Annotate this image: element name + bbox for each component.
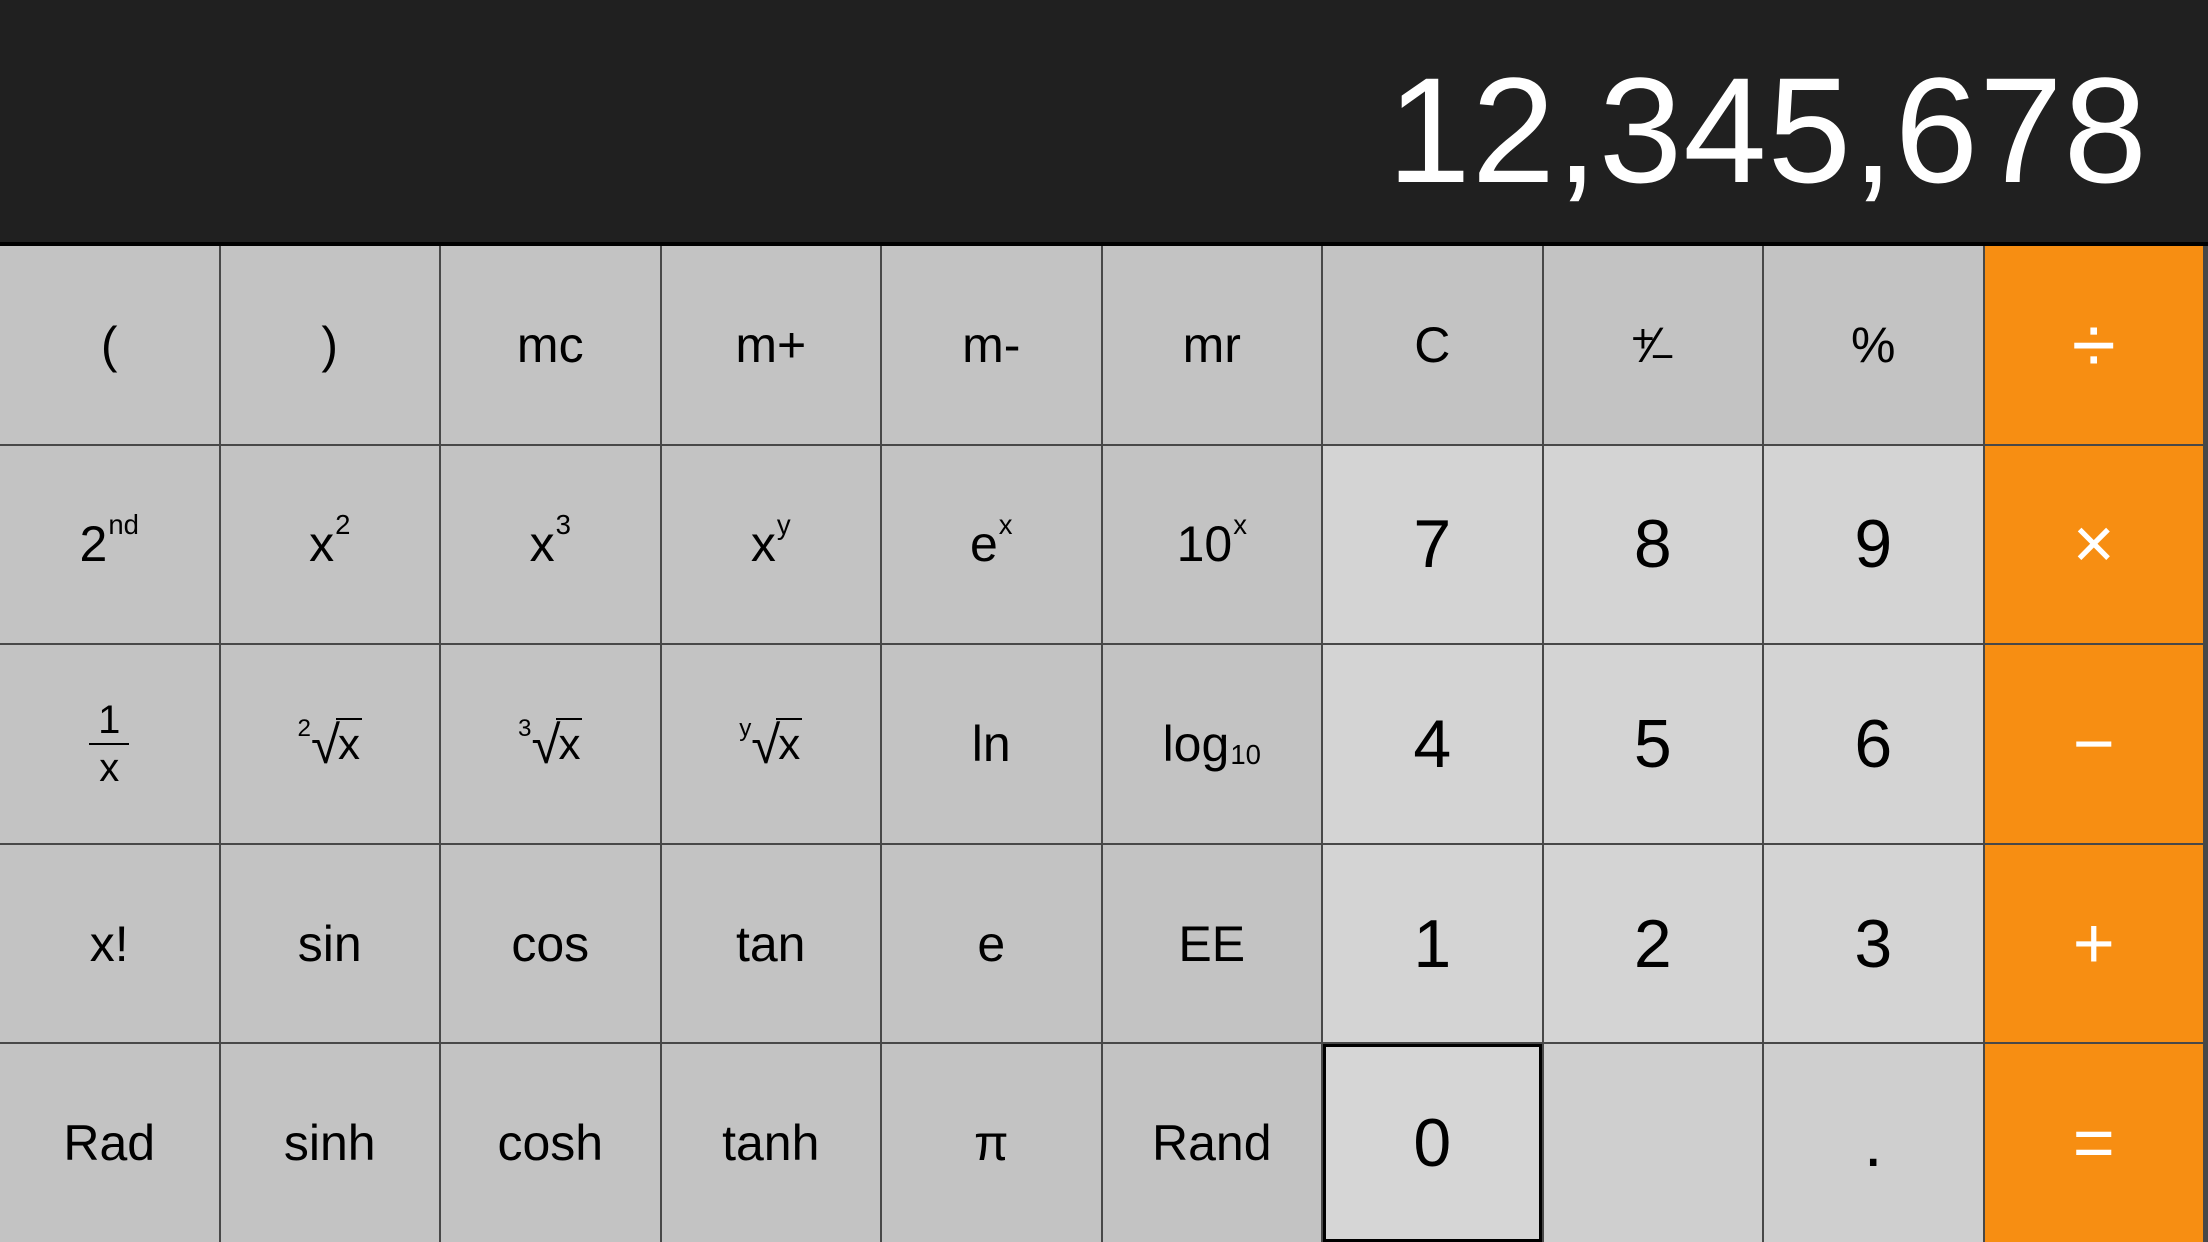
keypad: ( ) mc m+ m- mr C +∕− % ÷ 2nd x2 x3 xy e… — [0, 242, 2208, 1242]
digit-5-button[interactable]: 5 — [1544, 645, 1763, 843]
y-root-button[interactable]: y√x — [662, 645, 881, 843]
digit-2-button[interactable]: 2 — [1544, 845, 1763, 1043]
calculator-app: 12,345,678 ( ) mc m+ m- mr C +∕− % ÷ 2nd… — [0, 0, 2208, 1242]
digit-3-button[interactable]: 3 — [1764, 845, 1983, 1043]
minus-button[interactable]: − — [1985, 645, 2204, 843]
digit-4-button[interactable]: 4 — [1323, 645, 1542, 843]
blank-button[interactable] — [1544, 1044, 1763, 1242]
sin-button[interactable]: sin — [221, 845, 440, 1043]
multiply-button[interactable]: × — [1985, 446, 2204, 644]
minus-icon: − — [2073, 703, 2115, 785]
plus-minus-icon: +∕− — [1631, 316, 1674, 374]
equals-icon: = — [2073, 1102, 2115, 1184]
memory-clear-button[interactable]: mc — [441, 246, 660, 444]
cos-button[interactable]: cos — [441, 845, 660, 1043]
memory-plus-button[interactable]: m+ — [662, 246, 881, 444]
plus-icon: + — [2073, 903, 2115, 985]
sinh-button[interactable]: sinh — [221, 1044, 440, 1242]
pi-button[interactable]: π — [882, 1044, 1101, 1242]
e-to-x-button[interactable]: ex — [882, 446, 1101, 644]
plus-button[interactable]: + — [1985, 845, 2204, 1043]
clear-button[interactable]: C — [1323, 246, 1542, 444]
digit-8-button[interactable]: 8 — [1544, 446, 1763, 644]
left-paren-button[interactable]: ( — [0, 246, 219, 444]
e-constant-button[interactable]: e — [882, 845, 1101, 1043]
tan-button[interactable]: tan — [662, 845, 881, 1043]
ten-to-x-button[interactable]: 10x — [1103, 446, 1322, 644]
ee-button[interactable]: EE — [1103, 845, 1322, 1043]
x-to-y-button[interactable]: xy — [662, 446, 881, 644]
log10-button[interactable]: log10 — [1103, 645, 1322, 843]
tanh-button[interactable]: tanh — [662, 1044, 881, 1242]
display-value: 12,345,678 — [1387, 44, 2148, 217]
digit-0-button[interactable]: 0 — [1323, 1044, 1542, 1242]
rand-button[interactable]: Rand — [1103, 1044, 1322, 1242]
cube-root-button[interactable]: 3√x — [441, 645, 660, 843]
decimal-button[interactable]: . — [1764, 1044, 1983, 1242]
display: 12,345,678 — [0, 0, 2208, 242]
cosh-button[interactable]: cosh — [441, 1044, 660, 1242]
digit-1-button[interactable]: 1 — [1323, 845, 1542, 1043]
equals-button[interactable]: = — [1985, 1044, 2204, 1242]
reciprocal-button[interactable]: 1x — [0, 645, 219, 843]
percent-button[interactable]: % — [1764, 246, 1983, 444]
memory-recall-button[interactable]: mr — [1103, 246, 1322, 444]
second-function-button[interactable]: 2nd — [0, 446, 219, 644]
x-cubed-button[interactable]: x3 — [441, 446, 660, 644]
square-root-button[interactable]: 2√x — [221, 645, 440, 843]
ln-button[interactable]: ln — [882, 645, 1101, 843]
digit-6-button[interactable]: 6 — [1764, 645, 1983, 843]
factorial-button[interactable]: x! — [0, 845, 219, 1043]
digit-7-button[interactable]: 7 — [1323, 446, 1542, 644]
fraction-icon: 1x — [89, 700, 129, 788]
digit-9-button[interactable]: 9 — [1764, 446, 1983, 644]
rad-button[interactable]: Rad — [0, 1044, 219, 1242]
divide-icon: ÷ — [2072, 299, 2116, 391]
x-squared-button[interactable]: x2 — [221, 446, 440, 644]
memory-minus-button[interactable]: m- — [882, 246, 1101, 444]
plus-minus-button[interactable]: +∕− — [1544, 246, 1763, 444]
multiply-icon: × — [2073, 503, 2115, 585]
right-paren-button[interactable]: ) — [221, 246, 440, 444]
divide-button[interactable]: ÷ — [1985, 246, 2204, 444]
